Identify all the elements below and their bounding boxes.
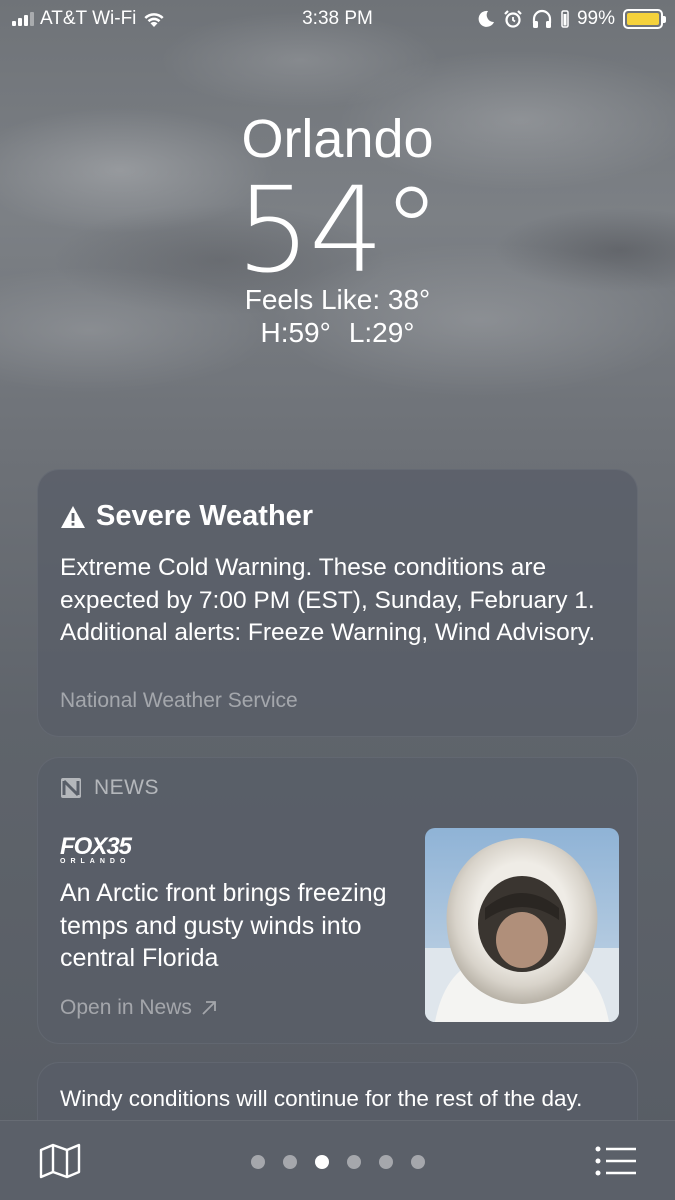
high-low: H:59° L:29°: [0, 316, 675, 350]
page-dot-active[interactable]: [314, 1155, 329, 1169]
publisher-subname: ORLANDO: [60, 858, 131, 865]
severe-weather-title-row: Severe Weather: [60, 500, 313, 533]
news-section-header: NEWS: [60, 776, 159, 800]
headphone-battery-icon: [561, 10, 569, 28]
page-dot[interactable]: [346, 1155, 361, 1169]
weather-header: Orlando 54° Feels Like: 38° H:59° L:29°: [0, 104, 675, 350]
current-temperature: 54°: [235, 161, 441, 299]
battery-fill: [627, 13, 659, 25]
feels-like: Feels Like: 38°: [244, 284, 431, 315]
severe-weather-card[interactable]: Severe Weather Extreme Cold Warning. The…: [37, 469, 638, 737]
arrow-up-right-icon: [202, 1001, 216, 1015]
list-icon[interactable]: [595, 1145, 637, 1177]
status-bar: AT&T Wi-Fi 3:38 PM 99%: [0, 0, 675, 38]
news-photo[interactable]: [425, 828, 619, 1022]
severe-weather-source[interactable]: National Weather Service: [60, 689, 298, 713]
severe-weather-title: Severe Weather: [96, 500, 314, 532]
alarm-icon: [504, 10, 522, 28]
news-section-label: NEWS: [94, 776, 159, 799]
page-dot[interactable]: [378, 1155, 393, 1169]
publisher-name: FOX35: [60, 833, 132, 860]
battery-icon: [623, 9, 666, 29]
news-card[interactable]: NEWS FOX35 ORLANDO An Arctic front bring…: [37, 757, 638, 1044]
high-temp: H:59°: [260, 317, 331, 348]
page-indicator[interactable]: [0, 1155, 675, 1169]
open-in-news-label: Open in News: [60, 996, 192, 1019]
apple-news-icon: [61, 778, 81, 798]
warning-triangle-icon: [61, 505, 85, 528]
status-right: 99%: [477, 8, 666, 30]
news-headline[interactable]: An Arctic front brings freezing temps an…: [60, 877, 400, 975]
publisher-logo: FOX35 ORLANDO: [60, 833, 132, 866]
battery-percent: 99%: [576, 8, 615, 29]
page-dot[interactable]: [282, 1155, 297, 1169]
page-dot[interactable]: [250, 1155, 265, 1169]
open-in-news-link[interactable]: Open in News: [60, 996, 218, 1020]
low-temp: L:29°: [348, 317, 415, 348]
severe-weather-body: Extreme Cold Warning. These conditions a…: [60, 554, 596, 646]
headphones-icon: [532, 9, 552, 28]
moon-icon: [478, 10, 494, 27]
page-dot[interactable]: [410, 1155, 425, 1169]
bottom-toolbar: [0, 1120, 675, 1200]
